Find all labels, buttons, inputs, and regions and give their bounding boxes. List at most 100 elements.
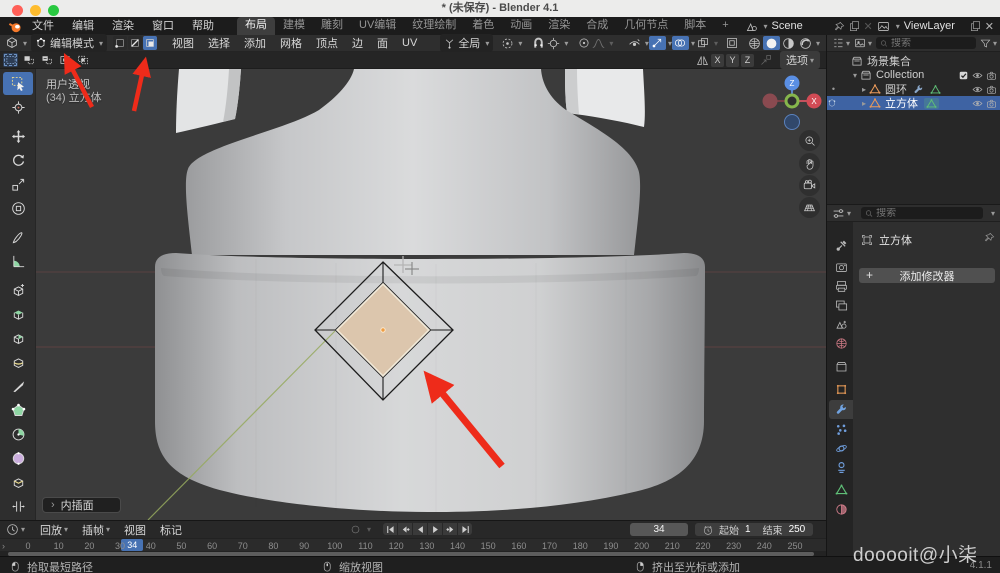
tool-spin[interactable] (3, 423, 33, 446)
pivot-point-icon[interactable] (501, 37, 514, 50)
menu-渲染[interactable]: 渲染 (103, 17, 143, 35)
workspace-tab-UV编辑[interactable]: UV编辑 (351, 17, 404, 35)
outliner-item-label[interactable]: 立方体 (885, 95, 918, 111)
jump-end-button[interactable] (458, 523, 472, 535)
current-frame-field[interactable]: 34 (630, 523, 688, 536)
next-keyframe-button[interactable] (443, 523, 457, 535)
camera-view-button[interactable] (799, 175, 820, 196)
minimize-window-button[interactable] (30, 5, 41, 16)
tool-annotate[interactable] (3, 226, 33, 249)
add-modifier-button[interactable]: + 添加修改器 (859, 268, 995, 283)
start-frame-field[interactable]: 1 (745, 524, 751, 535)
properties-tab-view-layer[interactable] (829, 296, 853, 315)
workspace-tab-脚本[interactable]: 脚本 (676, 17, 714, 35)
outliner-row-立方体[interactable]: ▸立方体 (827, 96, 1000, 110)
outliner-item-label[interactable]: Collection (876, 69, 924, 81)
properties-options-dropdown-icon[interactable]: ▾ (991, 209, 995, 218)
eye-icon[interactable] (972, 70, 983, 81)
editor-type-3dviewport-icon[interactable] (5, 36, 19, 50)
viewport-menu-UV[interactable]: UV (395, 37, 424, 49)
menu-文件[interactable]: 文件 (23, 17, 63, 35)
workspace-tab-着色[interactable]: 着色 (464, 17, 502, 35)
play-reverse-button[interactable] (413, 523, 427, 535)
navigation-gizmo[interactable]: Z X (752, 69, 826, 133)
properties-tab-scene[interactable] (829, 315, 853, 334)
pivot-dropdown-icon[interactable]: ▾ (518, 39, 522, 48)
tool-knife[interactable] (3, 375, 33, 398)
outliner-row-Collection[interactable]: ▾Collection (827, 68, 1000, 82)
face-select-mode-button[interactable] (143, 36, 157, 50)
properties-search[interactable] (861, 207, 983, 219)
properties-tab-physics[interactable] (829, 439, 853, 458)
outliner-display-mode-icon[interactable] (832, 37, 844, 49)
select-subtract-icon[interactable] (39, 53, 54, 67)
properties-tab-modifiers[interactable] (829, 400, 853, 419)
outliner-search[interactable] (876, 37, 976, 49)
menu-窗口[interactable]: 窗口 (143, 17, 183, 35)
viewlayer-name-field[interactable]: ViewLayer (904, 20, 966, 32)
eye-icon[interactable] (972, 98, 983, 109)
tool-smooth[interactable] (3, 447, 33, 470)
workspace-tab-建模[interactable]: 建模 (275, 17, 313, 35)
viewport-3d[interactable]: 用户透视 (34) 立方体 Z X 内插面 (36, 69, 826, 520)
shading-wireframe-icon[interactable] (746, 36, 763, 50)
select-set-icon[interactable] (3, 53, 18, 67)
remove-viewlayer-icon[interactable]: ✕ (985, 20, 994, 33)
proportional-editing-icon[interactable] (578, 37, 590, 49)
tool-rip-region[interactable] (3, 495, 33, 518)
timeline-menu-视图[interactable]: 视图 (117, 522, 153, 538)
outliner-mode-dropdown-icon[interactable]: ▾ (846, 39, 850, 48)
menu-帮助[interactable]: 帮助 (183, 17, 223, 35)
camera-icon[interactable] (986, 98, 997, 109)
workspace-tab-动画[interactable]: 动画 (502, 17, 540, 35)
properties-tab-object-data[interactable] (829, 480, 853, 499)
outliner-filter-type-icon[interactable] (854, 37, 866, 49)
funnel-filter-icon[interactable] (980, 38, 991, 49)
camera-icon[interactable] (986, 84, 997, 95)
timeline-ruler[interactable]: › 34 01020304050607080901001101201301401… (0, 538, 826, 551)
timeline-editor-dropdown-icon[interactable]: ▾ (21, 525, 25, 534)
mesh-data-badge-icon[interactable] (924, 98, 939, 109)
prev-keyframe-button[interactable] (398, 523, 412, 535)
tool-bevel[interactable] (3, 327, 33, 350)
pin-icon[interactable] (834, 21, 845, 32)
zoom-button[interactable] (799, 130, 820, 151)
timeline-editor-icon[interactable] (6, 523, 19, 536)
workspace-tab-布局[interactable]: 布局 (237, 17, 275, 35)
timeline-menu-标记[interactable]: 标记 (153, 522, 189, 538)
tool-extrude-region[interactable] (3, 279, 33, 302)
outliner-item-label[interactable]: 场景集合 (867, 53, 911, 69)
scene-icon[interactable] (745, 20, 758, 33)
tool-loop-cut[interactable] (3, 351, 33, 374)
timeline-expand-icon[interactable]: › (2, 541, 5, 551)
play-button[interactable] (428, 523, 442, 535)
transform-orientation-selector[interactable]: 全局 ▾ (440, 34, 493, 52)
timeline-menu-回放[interactable]: 回放▾ (33, 522, 75, 538)
viewport-menu-边[interactable]: 边 (345, 35, 370, 51)
viewlayer-icon[interactable] (877, 20, 890, 33)
viewport-menu-添加[interactable]: 添加 (237, 35, 273, 51)
tool-transform[interactable] (3, 197, 33, 220)
viewport-menu-面[interactable]: 面 (370, 35, 395, 51)
keying-set-icon[interactable] (350, 524, 361, 535)
viewport-menu-选择[interactable]: 选择 (201, 35, 237, 51)
new-scene-icon[interactable] (849, 21, 860, 32)
snap-dropdown-icon[interactable]: ▾ (564, 39, 568, 48)
menu-编辑[interactable]: 编辑 (63, 17, 103, 35)
shading-material-icon[interactable] (780, 36, 797, 50)
operator-panel-inset-faces[interactable]: 内插面 (42, 497, 121, 513)
tool-move[interactable] (3, 125, 33, 148)
orthographic-grid-button[interactable] (799, 197, 820, 218)
end-frame-field[interactable]: 250 (789, 524, 806, 535)
show-overlays-icon[interactable] (672, 36, 689, 50)
pin-id-icon[interactable] (984, 232, 995, 243)
tool-edge-slide[interactable] (3, 471, 33, 494)
viewport-menu-顶点[interactable]: 顶点 (309, 35, 345, 51)
tool-inset-faces[interactable] (3, 303, 33, 326)
outliner-row-场景集合[interactable]: 场景集合 (827, 54, 1000, 68)
mode-selector[interactable]: 编辑模式 ▾ (31, 34, 107, 52)
scene-name-field[interactable]: Scene (772, 20, 830, 32)
pan-hand-button[interactable] (799, 153, 820, 174)
properties-editor-icon[interactable] (832, 207, 845, 220)
render-pass-icon[interactable] (724, 36, 741, 50)
